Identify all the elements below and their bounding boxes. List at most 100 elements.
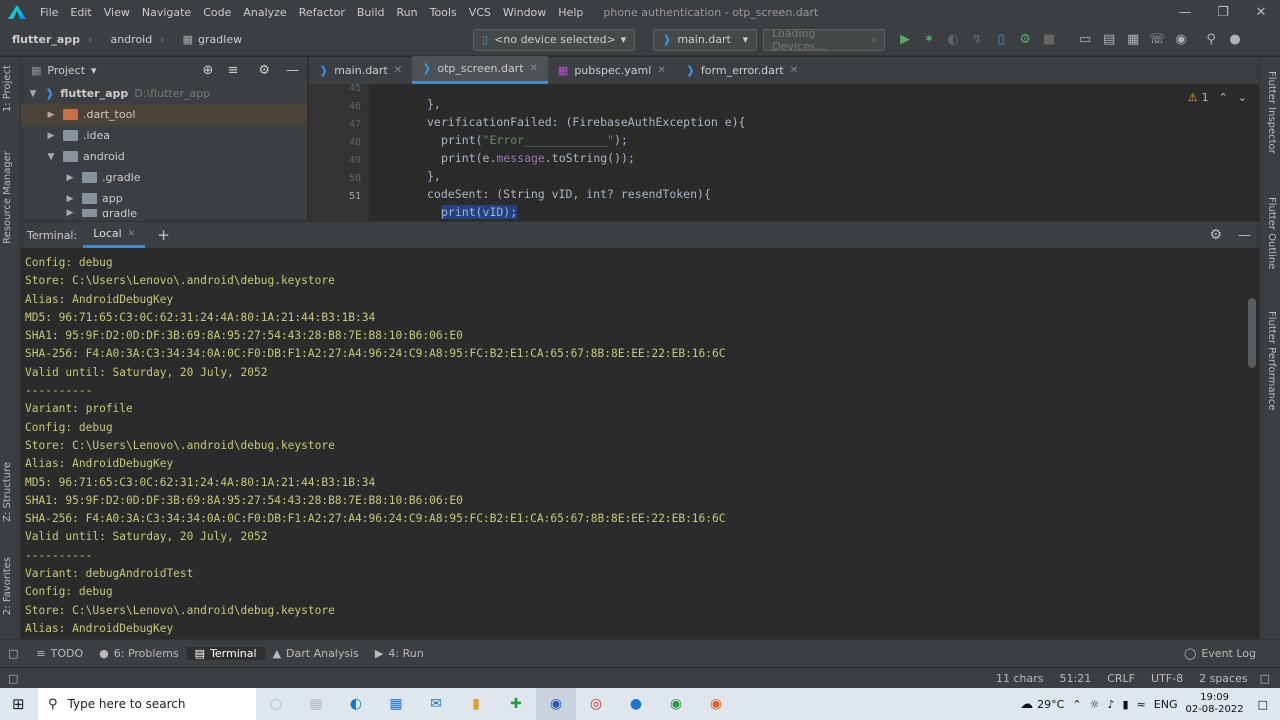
windows-start-icon[interactable]: ⊞ xyxy=(12,695,25,713)
sync-icon[interactable]: ⚙ xyxy=(1013,28,1037,52)
run-icon[interactable]: ▶ xyxy=(893,28,917,52)
menu-run[interactable]: Run xyxy=(391,6,424,19)
tree-item-gradle-cache[interactable]: ▶ .gradle xyxy=(21,167,307,188)
tab-terminal[interactable]: ▤ Terminal xyxy=(186,647,265,660)
close-icon[interactable]: ✕ xyxy=(530,63,538,74)
volume-icon[interactable]: ♪ xyxy=(1107,698,1114,711)
flutter-inspector-tab[interactable]: Flutter Inspector xyxy=(1266,71,1277,154)
favorites-tab[interactable]: 2: Favorites xyxy=(2,557,13,615)
weather-icon[interactable]: ☁ xyxy=(1020,697,1033,712)
clock[interactable]: 19:09 02-08-2022 xyxy=(1185,692,1243,716)
tab-local[interactable]: Local ✕ xyxy=(83,222,146,248)
device-manager-icon[interactable]: ▯ xyxy=(989,28,1013,52)
device-selector[interactable]: ▯ <no device selected> ▾ xyxy=(473,28,636,51)
temperature[interactable]: 29°C xyxy=(1037,698,1064,711)
chevron-down-icon[interactable]: ▼ xyxy=(27,89,39,99)
project-tool-tab[interactable]: 1: Project xyxy=(2,65,13,112)
code-area[interactable]: }, verificationFailed: (FirebaseAuthExce… xyxy=(371,85,1259,221)
tab-main-dart[interactable]: ❱ main.dart ✕ xyxy=(309,56,412,84)
app-active-icon[interactable]: ◉ xyxy=(536,688,576,720)
notifications-icon[interactable]: □ xyxy=(1258,698,1268,711)
menu-file[interactable]: File xyxy=(34,6,64,19)
chevron-up-icon[interactable]: ⌃ xyxy=(1219,91,1228,104)
menu-vcs[interactable]: VCS xyxy=(463,6,497,19)
menu-navigate[interactable]: Navigate xyxy=(136,6,197,19)
tab-form-error-dart[interactable]: ❱ form_error.dart ✕ xyxy=(676,56,808,84)
flutter-outline-tab[interactable]: Flutter Outline xyxy=(1266,197,1277,269)
chevron-right-icon[interactable]: ▶ xyxy=(64,194,76,204)
network-icon[interactable]: ☼ xyxy=(1090,698,1100,711)
menu-refactor[interactable]: Refactor xyxy=(293,6,351,19)
chevron-up-icon[interactable]: ⌃ xyxy=(1072,698,1081,711)
language-indicator[interactable]: ENG xyxy=(1154,698,1178,711)
avd-icon[interactable]: ☏ xyxy=(1145,28,1169,52)
obs-icon[interactable]: ◎ xyxy=(576,688,616,720)
cortana-icon[interactable]: ○ xyxy=(256,688,296,720)
menu-build[interactable]: Build xyxy=(351,6,391,19)
stop-icon[interactable]: ■ xyxy=(1037,28,1061,52)
chevron-down-icon[interactable]: ⌄ xyxy=(1238,91,1247,104)
battery-icon[interactable]: ▮ xyxy=(1122,698,1128,711)
chrome-icon[interactable]: ◉ xyxy=(656,688,696,720)
tool-windows-toggle-icon[interactable]: □ xyxy=(8,647,18,660)
chevron-right-icon[interactable]: ▶ xyxy=(45,131,57,141)
run-config-selector[interactable]: ❱ main.dart ▾ xyxy=(653,28,758,51)
tree-item-gradle[interactable]: ▶ gradle xyxy=(21,209,307,217)
flutter-taskbar-icon[interactable]: ● xyxy=(616,688,656,720)
tree-item-dart-tool[interactable]: ▶ .dart_tool xyxy=(21,104,307,125)
menu-analyze[interactable]: Analyze xyxy=(237,6,292,19)
structure-tab[interactable]: Z: Structure xyxy=(2,462,13,522)
project-view-selector[interactable]: Project xyxy=(47,64,85,77)
menu-code[interactable]: Code xyxy=(197,6,237,19)
close-icon[interactable]: ✕ xyxy=(657,65,665,76)
breadcrumb-android[interactable]: android › xyxy=(98,33,170,46)
locate-icon[interactable]: ⊕ xyxy=(203,63,214,78)
store-icon[interactable]: ▦ xyxy=(376,688,416,720)
resource-manager-tab[interactable]: Resource Manager xyxy=(2,151,13,244)
breadcrumb-gradlew[interactable]: ▦ gradlew xyxy=(171,33,248,46)
menu-view[interactable]: View xyxy=(98,6,136,19)
close-icon[interactable]: ✕ xyxy=(790,65,798,76)
collapse-all-icon[interactable]: ≡ xyxy=(227,63,238,78)
file-encoding[interactable]: UTF-8 xyxy=(1143,672,1191,685)
menu-window[interactable]: Window xyxy=(497,6,552,19)
chevron-right-icon[interactable]: ▶ xyxy=(45,110,57,120)
tab-run[interactable]: ▶ 4: Run xyxy=(367,647,432,660)
close-icon[interactable]: ✕ xyxy=(394,65,402,76)
wifi-icon[interactable]: ≈ xyxy=(1137,698,1146,711)
file-explorer-icon[interactable]: ▮ xyxy=(456,688,496,720)
tab-otp-screen-dart[interactable]: ❱ otp_screen.dart ✕ xyxy=(412,56,548,84)
inspection-widget[interactable]: ⚠ 1 ⌃ ⌄ xyxy=(1188,91,1247,104)
indent-setting[interactable]: 2 spaces xyxy=(1191,672,1256,685)
search-icon[interactable]: ⚲ xyxy=(1199,28,1223,52)
tree-item-flutter-app[interactable]: ▼ ❱ flutter_app D:\flutter_app xyxy=(21,83,307,104)
scrollbar-thumb[interactable] xyxy=(1248,298,1256,368)
taskbar-search[interactable]: ⚲ Type here to search xyxy=(38,688,256,720)
assistant-icon[interactable]: ◉ xyxy=(1169,28,1193,52)
firefox-icon[interactable]: ◉ xyxy=(696,688,736,720)
tab-event-log[interactable]: ◯ Event Log xyxy=(1176,647,1264,660)
tree-item-android[interactable]: ▼ android xyxy=(21,146,307,167)
edge-icon[interactable]: ◐ xyxy=(336,688,376,720)
line-separator[interactable]: CRLF xyxy=(1099,672,1143,685)
lock-icon[interactable]: □ xyxy=(1260,672,1270,685)
user-icon[interactable]: ● xyxy=(1223,28,1247,52)
terminal-output[interactable]: Config: debug Store: C:\Users\Lenovo\.and… xyxy=(25,254,726,638)
flutter-performance-tab[interactable]: Flutter Performance xyxy=(1266,311,1277,411)
layout-inspector-icon[interactable]: ▦ xyxy=(1121,28,1145,52)
add-tab-button[interactable]: + xyxy=(157,226,170,244)
chevron-right-icon[interactable]: ▶ xyxy=(64,209,76,217)
menu-help[interactable]: Help xyxy=(552,6,589,19)
terminal-window-icon[interactable]: ▤ xyxy=(1097,28,1121,52)
task-view-icon[interactable]: ▦ xyxy=(296,688,336,720)
close-icon[interactable]: ✕ xyxy=(1242,5,1280,20)
caret-position[interactable]: 51:21 xyxy=(1052,672,1100,685)
profile-icon[interactable]: ◐ xyxy=(941,28,965,52)
chevron-down-icon[interactable]: ▾ xyxy=(91,64,97,77)
gear-icon[interactable]: ⚙ xyxy=(258,63,270,78)
hide-panel-icon[interactable]: — xyxy=(1238,228,1251,243)
restore-icon[interactable]: ❐ xyxy=(1204,5,1242,20)
chevron-right-icon[interactable]: ▶ xyxy=(64,173,76,183)
sdk-manager-icon[interactable]: ▭ xyxy=(1073,28,1097,52)
close-icon[interactable]: ✕ xyxy=(128,229,136,239)
